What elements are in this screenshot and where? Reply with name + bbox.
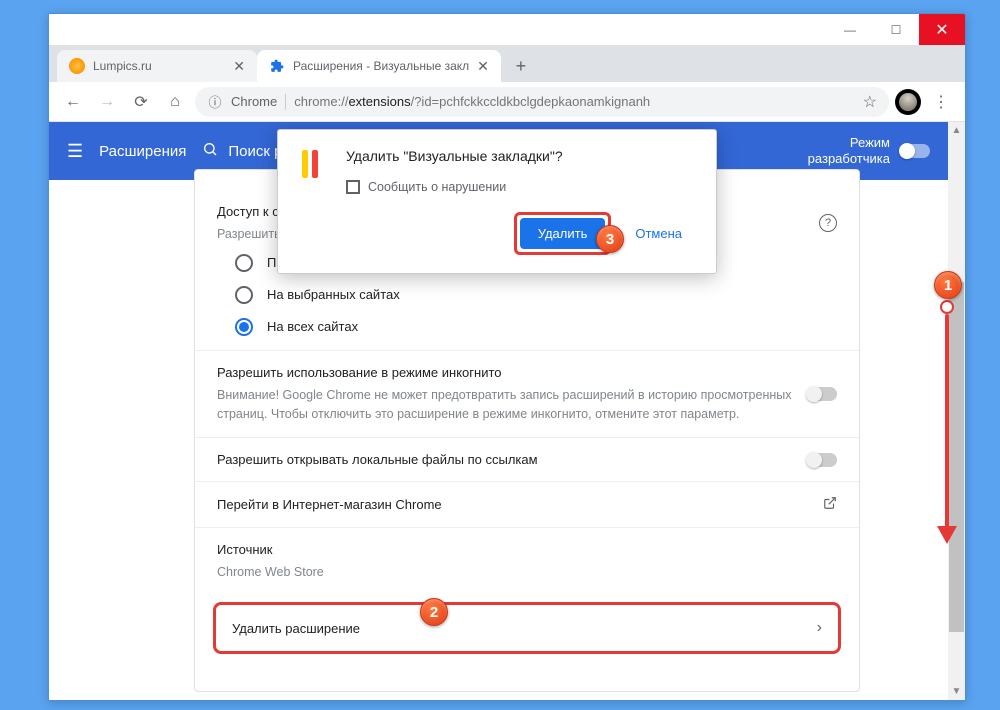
window-maximize-button[interactable]: ☐	[873, 14, 919, 45]
nav-reload-button[interactable]: ⟳	[127, 88, 155, 116]
radio-specific-sites[interactable]: На выбранных сайтах	[235, 286, 837, 304]
tab-lumpics[interactable]: Lumpics.ru ✕	[57, 50, 257, 82]
url-text: chrome://extensions/?id=pchfckkccldkbclg…	[294, 94, 650, 109]
remove-extension-label: Удалить расширение	[232, 621, 360, 636]
source-section: Источник Chrome Web Store	[195, 528, 859, 596]
file-urls-toggle[interactable]	[807, 453, 837, 467]
search-icon	[202, 141, 218, 162]
scrollbar[interactable]: ▲ ▼	[948, 122, 965, 700]
tab-extensions[interactable]: Расширения - Визуальные закл ✕	[257, 50, 501, 82]
incognito-section: Разрешить использование в режиме инкогни…	[195, 351, 859, 439]
report-abuse-checkbox[interactable]: Сообщить о нарушении	[346, 180, 696, 194]
annotation-marker-1: 1	[934, 271, 962, 299]
cancel-button[interactable]: Отмена	[621, 218, 696, 249]
search-placeholder: Поиск р	[228, 143, 282, 160]
source-label: Источник	[217, 542, 837, 557]
developer-mode-control: Режим разработчика	[808, 135, 930, 166]
address-bar: ← → ⟳ ⌂ ⓘ Chrome chrome://extensions/?id…	[49, 82, 965, 122]
checkbox-icon	[346, 180, 360, 194]
store-link-label: Перейти в Интернет-магазин Chrome	[217, 497, 442, 512]
radio-label: На выбранных сайтах	[267, 287, 400, 302]
site-info-icon[interactable]: ⓘ	[207, 94, 223, 110]
annotation-marker-2: 2	[420, 598, 448, 626]
menu-icon[interactable]: ☰	[67, 141, 83, 162]
search-area[interactable]: Поиск р	[202, 141, 282, 162]
tab-strip: Lumpics.ru ✕ Расширения - Визуальные зак…	[49, 46, 965, 82]
divider	[285, 94, 286, 110]
favicon-lumpics-icon	[69, 58, 85, 74]
developer-mode-toggle[interactable]	[900, 144, 930, 158]
help-icon[interactable]: ?	[819, 214, 837, 232]
extension-logo-icon	[298, 148, 330, 180]
tab-label: Lumpics.ru	[93, 59, 152, 73]
confirm-remove-button[interactable]: Удалить	[520, 218, 606, 249]
developer-mode-label: Режим разработчика	[808, 135, 890, 166]
nav-forward-button[interactable]: →	[93, 88, 121, 116]
window-titlebar: — ☐ ✕	[49, 14, 965, 46]
source-value: Chrome Web Store	[217, 563, 837, 582]
profile-avatar-button[interactable]	[895, 89, 921, 115]
tab-close-icon[interactable]: ✕	[233, 58, 245, 75]
radio-icon	[235, 254, 253, 272]
page-content: ☰ Расширения Поиск р Режим разработчика …	[49, 122, 965, 700]
chrome-web-store-link[interactable]: Перейти в Интернет-магазин Chrome	[195, 482, 859, 528]
window-close-button[interactable]: ✕	[919, 14, 965, 45]
browser-window: — ☐ ✕ Lumpics.ru ✕ Расширения - Визуальн…	[48, 13, 966, 701]
incognito-title: Разрешить использование в режиме инкогни…	[217, 365, 837, 380]
annotation-arrow-start	[940, 300, 954, 314]
radio-label: На всех сайтах	[267, 319, 358, 334]
annotation-arrow-shaft	[945, 314, 949, 528]
chevron-right-icon: ›	[817, 619, 822, 637]
radio-icon	[235, 286, 253, 304]
radio-icon	[235, 318, 253, 336]
favicon-extension-icon	[269, 58, 285, 74]
scrollbar-thumb[interactable]	[949, 282, 964, 632]
tab-label: Расширения - Визуальные закл	[293, 59, 469, 73]
nav-back-button[interactable]: ←	[59, 88, 87, 116]
page-title: Расширения	[99, 143, 186, 160]
nav-home-button[interactable]: ⌂	[161, 88, 189, 116]
dialog-title: Удалить "Визуальные закладки"?	[346, 148, 696, 164]
radio-all-sites[interactable]: На всех сайтах	[235, 318, 837, 336]
incognito-toggle[interactable]	[807, 387, 837, 401]
scrollbar-down-icon[interactable]: ▼	[948, 683, 965, 700]
remove-extension-row[interactable]: Удалить расширение ›	[213, 602, 841, 654]
tab-close-icon[interactable]: ✕	[477, 58, 489, 75]
confirm-remove-dialog: Удалить "Визуальные закладки"? Сообщить …	[277, 129, 717, 274]
new-tab-button[interactable]: +	[507, 52, 535, 80]
omnibox[interactable]: ⓘ Chrome chrome://extensions/?id=pchfckk…	[195, 87, 889, 117]
file-urls-section: Разрешить открывать локальные файлы по с…	[195, 438, 859, 482]
annotation-arrow-head-icon	[937, 526, 957, 544]
report-abuse-label: Сообщить о нарушении	[368, 180, 506, 194]
window-minimize-button[interactable]: —	[827, 14, 873, 45]
url-scheme-label: Chrome	[231, 94, 277, 109]
annotation-marker-3: 3	[596, 225, 624, 253]
open-external-icon	[823, 496, 837, 513]
bookmark-star-icon[interactable]: ☆	[863, 92, 877, 112]
scrollbar-up-icon[interactable]: ▲	[948, 122, 965, 139]
browser-menu-button[interactable]: ⋮	[927, 88, 955, 116]
file-urls-title: Разрешить открывать локальные файлы по с…	[217, 452, 837, 467]
incognito-description: Внимание! Google Chrome не может предотв…	[217, 386, 837, 424]
